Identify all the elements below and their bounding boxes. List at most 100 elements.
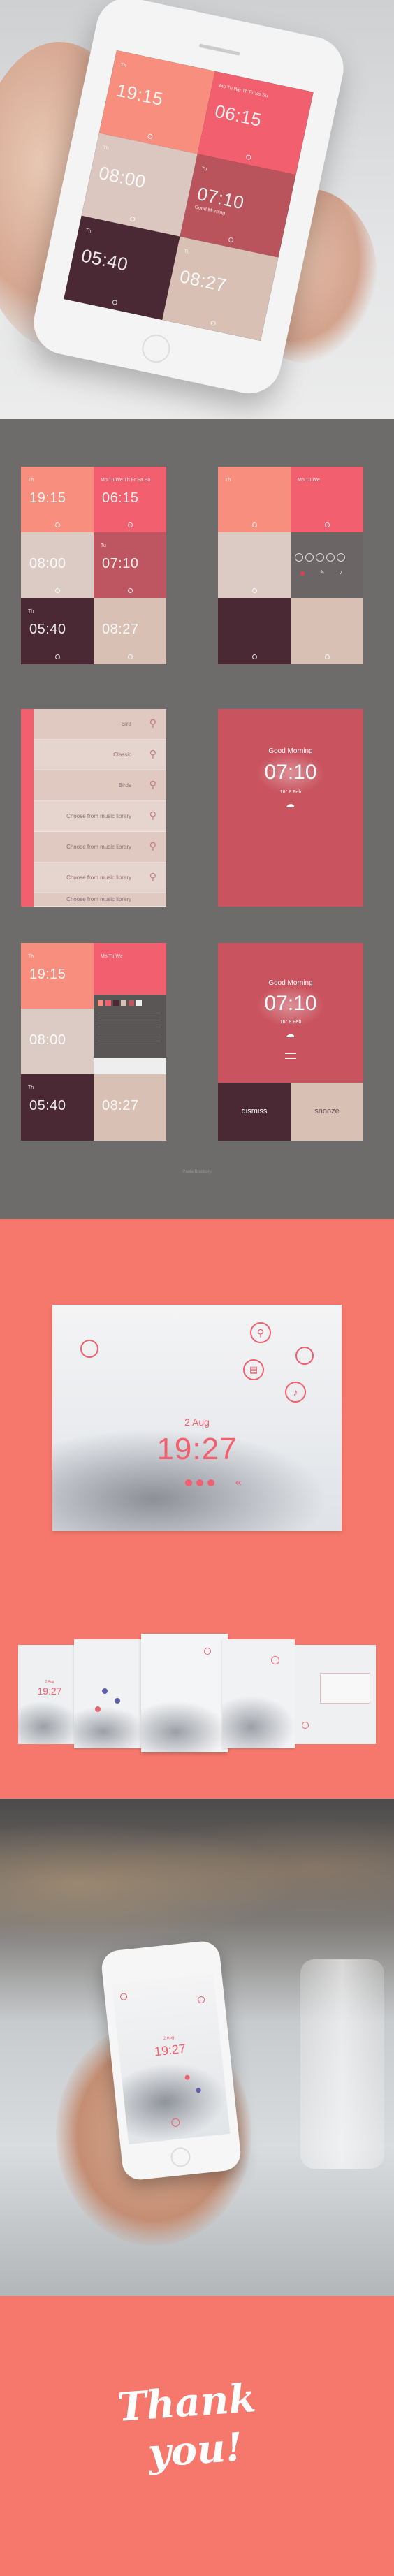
dismiss-button[interactable]: dismiss <box>218 1083 291 1141</box>
day-icon[interactable] <box>326 553 335 562</box>
toggle-icon[interactable] <box>129 216 136 222</box>
toggle-icon[interactable] <box>55 588 60 593</box>
alarm-tile[interactable]: Th <box>218 467 291 532</box>
swatch[interactable] <box>136 1000 142 1006</box>
day-icon[interactable] <box>316 553 324 562</box>
tile-day: Th <box>85 228 92 235</box>
bell-icon: ⚲ <box>149 779 156 790</box>
chevron-left-icon[interactable]: « <box>235 1477 242 1489</box>
alarm-tile[interactable]: 08:27 <box>94 598 166 664</box>
bell-icon[interactable]: ⚲ <box>250 1322 271 1343</box>
toggle-icon[interactable] <box>128 654 133 659</box>
alarm-tile[interactable]: Mo Tu We <box>291 467 363 532</box>
toggle-icon[interactable] <box>296 1347 314 1365</box>
toggle-icon[interactable] <box>112 299 118 306</box>
pager-dot[interactable] <box>196 1479 203 1486</box>
toggle-icon[interactable] <box>119 1993 128 2001</box>
toggle-icon[interactable] <box>55 654 60 659</box>
list-item[interactable]: Classic ⚲ <box>34 740 166 770</box>
alarm-tile[interactable] <box>218 532 291 598</box>
list-item[interactable]: Birds ⚲ <box>34 770 166 801</box>
tile-day: Mo Tu We <box>298 478 320 483</box>
list-item[interactable]: Choose from music library ⚲ <box>34 832 166 863</box>
tile-day: Th <box>225 478 231 483</box>
home-button[interactable] <box>170 2146 191 2168</box>
temperature: 16° 8 Feb <box>279 790 302 795</box>
list-item[interactable]: Choose from music library ⚲ <box>34 801 166 832</box>
swatch[interactable] <box>121 1000 126 1006</box>
tile-time: 05:40 <box>29 1098 66 1113</box>
toggle-icon[interactable] <box>252 522 257 527</box>
alarm-tile[interactable]: Th 05:40 <box>21 1074 94 1141</box>
list-item[interactable]: Choose from music library ⚲ <box>34 863 166 893</box>
red-dot-icon[interactable] <box>300 571 305 576</box>
home-button[interactable] <box>139 332 173 365</box>
day-selector[interactable] <box>295 553 359 563</box>
alarm-tile[interactable]: 08:00 <box>21 532 94 598</box>
screen-alarm-grid: Th 19:15 Mo Tu We Th Fr Sa Su 06:15 08:00 … <box>21 467 166 664</box>
day-icon[interactable] <box>337 553 345 562</box>
toggle-icon[interactable] <box>252 588 257 593</box>
alarm-tile[interactable]: Tu 07:10 <box>94 532 166 598</box>
alarm-tile[interactable]: Th 05:40 <box>21 598 94 664</box>
toggle-icon[interactable] <box>245 154 251 161</box>
alarm-tile[interactable]: 08:00 <box>21 1009 94 1074</box>
swatch[interactable] <box>129 1000 134 1006</box>
toggle-icon[interactable] <box>204 1648 211 1655</box>
swatch[interactable] <box>113 1000 119 1006</box>
alarm-tile[interactable]: 08:27 <box>94 1074 166 1141</box>
screen-wake-actions: Good Morning 07:10 16° 8 Feb ☁ dismiss s… <box>218 943 363 1141</box>
list-item[interactable]: Bird ⚲ <box>34 709 166 740</box>
small-card <box>141 1634 228 1752</box>
tile-time: 19:15 <box>29 967 66 982</box>
alarm-tile[interactable]: Th 19:15 <box>21 467 94 532</box>
thank-you-section: Thank you! <box>0 2296 394 2576</box>
toggle-icon[interactable] <box>80 1340 98 1358</box>
dot <box>115 1698 120 1704</box>
toggle-icon[interactable] <box>128 522 133 527</box>
alarm-tile[interactable]: Mo Tu We Th Fr Sa Su 06:15 <box>94 467 166 532</box>
toggle-icon[interactable] <box>228 237 234 243</box>
pager-dots[interactable] <box>185 1479 214 1486</box>
day-icon[interactable] <box>305 553 314 562</box>
edit-panel[interactable]: ✎ ♪ <box>291 532 363 598</box>
pager-dot[interactable] <box>185 1479 192 1486</box>
toggle-icon[interactable] <box>55 522 60 527</box>
toggle-icon[interactable] <box>325 654 330 659</box>
bell-icon[interactable]: ✎ <box>320 569 325 576</box>
calendar-icon[interactable]: ▤ <box>243 1359 264 1380</box>
bokeh-blur <box>0 1799 394 1938</box>
toggle-icon[interactable] <box>271 1656 279 1664</box>
swatch[interactable] <box>98 1000 103 1006</box>
mountain-image <box>141 1701 228 1752</box>
list-item[interactable]: Choose from music library <box>34 893 166 907</box>
swatch[interactable] <box>105 1000 111 1006</box>
tile-day: Th <box>119 62 127 69</box>
tile-time: 06:15 <box>102 490 139 506</box>
color-picker-panel[interactable] <box>94 995 166 1058</box>
alarm-tile[interactable]: Th 19:15 <box>21 943 94 1009</box>
menu-icon[interactable] <box>285 1053 296 1059</box>
alarm-tile[interactable] <box>291 598 363 664</box>
bell-icon: ⚲ <box>149 748 156 759</box>
wake-time: 07:10 <box>264 761 317 784</box>
toggle-icon[interactable] <box>252 654 257 659</box>
toggle-icon[interactable] <box>128 588 133 593</box>
screen-alarm-edit: Th Mo Tu We ✎ ♪ <box>218 467 363 664</box>
day-icon[interactable] <box>295 553 303 562</box>
toggle-icon[interactable] <box>325 522 330 527</box>
settings-panel[interactable] <box>320 1673 370 1704</box>
toggle-icon[interactable] <box>210 320 217 326</box>
you-text: you! <box>146 2424 245 2477</box>
clock-card: ⚲ ▤ ♪ 2 Aug 19:27 « <box>52 1305 342 1531</box>
toggle-icon[interactable] <box>147 133 154 140</box>
snooze-button[interactable]: snooze <box>291 1083 363 1141</box>
alarm-tile[interactable] <box>218 598 291 664</box>
tile-day: Mo Tu We Th Fr Sa Su <box>218 83 269 99</box>
mic-icon[interactable]: ♪ <box>285 1382 306 1403</box>
pager-dot[interactable] <box>207 1479 214 1486</box>
color-swatches[interactable] <box>98 1000 142 1006</box>
toggle-icon[interactable] <box>197 1996 205 2004</box>
music-icon[interactable]: ♪ <box>340 569 342 576</box>
toggle-icon[interactable] <box>302 1722 309 1729</box>
